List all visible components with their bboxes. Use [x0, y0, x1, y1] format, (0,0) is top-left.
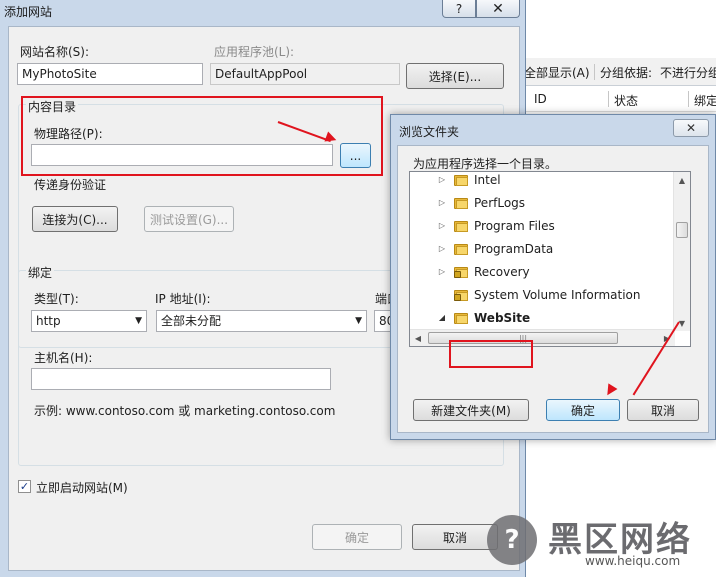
- locked-folder-icon: [454, 266, 468, 278]
- folder-icon: [454, 197, 468, 209]
- tree-item-programdata[interactable]: ▷ ProgramData: [436, 237, 553, 260]
- folder-icon: [454, 220, 468, 232]
- tree-item-system-volume-information[interactable]: System Volume Information: [436, 283, 640, 306]
- browse-dialog-close-button[interactable]: ✕: [673, 119, 709, 137]
- tree-item-label: ProgramData: [474, 241, 554, 256]
- browse-folder-dialog: 浏览文件夹 ✕ 为应用程序选择一个目录。 ▷ Intel ▷ PerfLogs …: [390, 114, 716, 440]
- group-by-label: 分组依据:: [600, 66, 653, 80]
- chevron-down-icon: ▼: [135, 316, 142, 326]
- hostname-label: 主机名(H):: [34, 351, 93, 365]
- browse-ok-button[interactable]: 确定: [546, 399, 620, 421]
- toolbar-separator: [594, 64, 595, 80]
- tree-item-label: PerfLogs: [474, 195, 526, 210]
- column-id[interactable]: ID: [534, 92, 547, 106]
- site-name-input[interactable]: MyPhotoSite: [17, 63, 203, 85]
- tree-item-program-files[interactable]: ▷ Program Files: [436, 214, 555, 237]
- start-site-checkbox[interactable]: ✓: [18, 480, 31, 493]
- tree-item-intel[interactable]: ▷ Intel: [436, 172, 501, 191]
- tree-item-label: Intel: [474, 172, 501, 187]
- hostname-example-text: 示例: www.contoso.com 或 marketing.contoso.…: [34, 404, 336, 418]
- expand-arrow-icon[interactable]: ▷: [436, 198, 448, 207]
- type-label: 类型(T):: [34, 292, 79, 306]
- scroll-up-icon[interactable]: ▲: [674, 172, 690, 188]
- watermark-url: www.heiqu.com: [585, 554, 681, 568]
- tree-item-perflogs[interactable]: ▷ PerfLogs: [436, 191, 525, 214]
- pass-through-auth-label: 传递身份验证: [34, 178, 107, 192]
- ip-address-dropdown[interactable]: 全部未分配 ▼: [156, 310, 367, 332]
- sites-list-header: ID 状态 绑定: [520, 86, 716, 112]
- folder-icon: [454, 174, 468, 186]
- connect-as-button[interactable]: 连接为(C)...: [32, 206, 118, 232]
- close-button[interactable]: ✕: [476, 0, 520, 18]
- binding-label: 绑定: [26, 264, 55, 281]
- group-by-dropdown[interactable]: 不进行分组: [660, 64, 716, 81]
- browse-cancel-button[interactable]: 取消: [627, 399, 699, 421]
- folder-tree[interactable]: ▷ Intel ▷ PerfLogs ▷ Program Files ▷ Pro…: [409, 171, 691, 347]
- type-value: http: [36, 314, 61, 328]
- tree-item-website[interactable]: ◢ WebSite: [436, 306, 530, 329]
- tree-item-label: System Volume Information: [474, 287, 641, 302]
- show-all-button[interactable]: 全部显示(A): [524, 64, 590, 81]
- expand-arrow-icon[interactable]: ▷: [436, 175, 448, 184]
- tree-item-label: Recovery: [474, 264, 530, 279]
- browse-instruction-text: 为应用程序选择一个目录。: [413, 157, 558, 171]
- tree-item-recovery[interactable]: ▷ Recovery: [436, 260, 530, 283]
- dialog-cancel-button[interactable]: 取消: [412, 524, 498, 550]
- dialog-ok-button: 确定: [312, 524, 402, 550]
- ip-address-label: IP 地址(I):: [155, 292, 211, 306]
- column-bindings[interactable]: 绑定: [694, 92, 716, 109]
- expand-arrow-icon[interactable]: ▷: [436, 244, 448, 253]
- help-button[interactable]: ?: [442, 0, 476, 18]
- hostname-input[interactable]: [31, 368, 331, 390]
- column-separator: [608, 91, 609, 107]
- column-separator: [688, 91, 689, 107]
- column-status[interactable]: 状态: [614, 92, 638, 109]
- tree-item-label: WebSite: [474, 310, 531, 325]
- dialog-title: 添加网站: [4, 5, 53, 19]
- watermark-logo-icon: ?: [487, 515, 537, 565]
- folder-icon: [454, 243, 468, 255]
- scroll-left-icon[interactable]: ◀: [410, 330, 426, 346]
- app-pool-field: DefaultAppPool: [210, 63, 400, 85]
- new-folder-button[interactable]: 新建文件夹(M): [413, 399, 529, 421]
- folder-icon: [454, 312, 468, 324]
- scrollbar-thumb[interactable]: [676, 222, 688, 238]
- expand-arrow-icon[interactable]: ▷: [436, 221, 448, 230]
- collapse-arrow-icon[interactable]: ◢: [436, 313, 448, 322]
- annotation-highlight-box: [449, 340, 533, 368]
- test-settings-button: 测试设置(G)...: [144, 206, 234, 232]
- type-dropdown[interactable]: http ▼: [31, 310, 147, 332]
- site-name-label: 网站名称(S):: [20, 45, 90, 59]
- port-label: 端口: [375, 292, 390, 306]
- iis-toolbar: 全部显示(A) 分组依据: 不进行分组: [520, 58, 716, 86]
- select-app-pool-button[interactable]: 选择(E)...: [406, 63, 504, 89]
- expand-arrow-icon[interactable]: ▷: [436, 267, 448, 276]
- tree-item-label: Program Files: [474, 218, 555, 233]
- locked-folder-icon: [454, 289, 468, 301]
- ip-address-value: 全部未分配: [161, 314, 222, 328]
- start-site-label: 立即启动网站(M): [36, 481, 128, 495]
- browse-dialog-title: 浏览文件夹: [399, 125, 460, 139]
- chevron-down-icon: ▼: [355, 316, 362, 326]
- tree-vertical-scrollbar[interactable]: ▲ ▼: [673, 172, 690, 331]
- app-pool-label: 应用程序池(L):: [214, 45, 295, 59]
